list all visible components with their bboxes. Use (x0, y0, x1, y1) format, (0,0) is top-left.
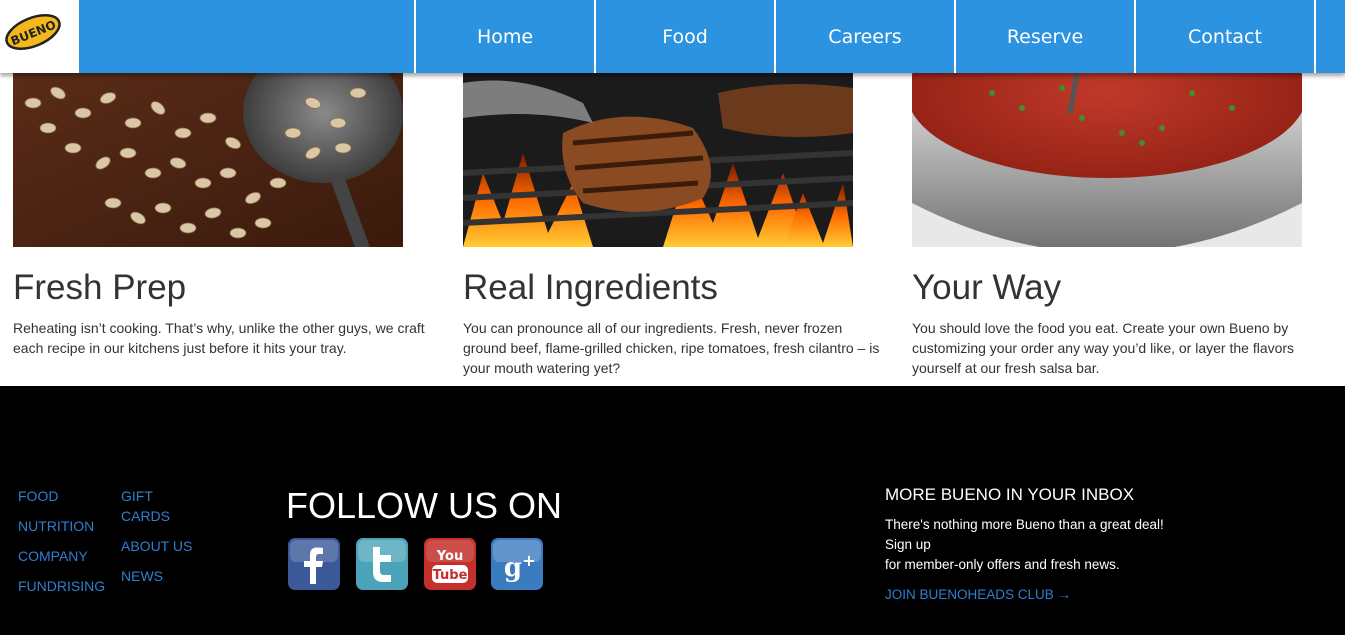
footer-link-about-us[interactable]: ABOUT US (121, 536, 192, 556)
nav-home[interactable]: Home (414, 0, 594, 73)
newsletter-line: Sign up (885, 537, 931, 552)
feature-title: Your Way (912, 268, 1062, 307)
feature-description: You can pronounce all of our ingredients… (463, 320, 880, 376)
feature-title: Fresh Prep (13, 268, 187, 307)
footer-link-fundrising[interactable]: FUNDRISING (18, 576, 105, 596)
bueno-logo-icon: BUENO (5, 14, 61, 50)
feature-title: Real Ingredients (463, 268, 718, 307)
follow-heading: FOLLOW US ON (286, 485, 563, 526)
svg-text:+: + (522, 551, 535, 570)
footer-link-gift-cards[interactable]: GIFT CARDS (121, 486, 181, 526)
feature-your-way: Your Way You should love the food you ea… (912, 73, 1332, 378)
site-footer: FOOD NUTRITION COMPANY FUNDRISING GIFT C… (0, 386, 1345, 635)
nav-contact[interactable]: Contact (1134, 0, 1314, 73)
newsletter-description: There's nothing more Bueno than a great … (885, 515, 1205, 575)
join-club-link[interactable]: JOIN BUENOHEADS CLUB → (885, 585, 1071, 605)
footer-link-news[interactable]: NEWS (121, 566, 163, 586)
google-plus-icon[interactable]: g + (491, 538, 543, 590)
twitter-icon[interactable] (356, 538, 408, 590)
beans-photo (13, 73, 403, 247)
nav-careers[interactable]: Careers (774, 0, 954, 73)
youtube-icon[interactable]: You Tube (424, 538, 476, 590)
feature-description: You should love the food you eat. Create… (912, 320, 1295, 376)
footer-link-nutrition[interactable]: NUTRITION (18, 516, 94, 536)
footer-link-food[interactable]: FOOD (18, 486, 58, 506)
svg-text:Tube: Tube (433, 568, 468, 583)
newsletter-title: MORE BUENO IN YOUR INBOX (885, 485, 1135, 504)
feature-fresh-prep: Fresh Prep Reheating isn’t cooking. That… (13, 73, 433, 358)
nav-divider (1314, 0, 1344, 73)
salsa-photo (912, 73, 1302, 247)
brand-logo[interactable]: BUENO (0, 0, 79, 73)
facebook-icon[interactable] (288, 538, 340, 590)
feature-description: Reheating isn’t cooking. That’s why, unl… (13, 320, 425, 356)
newsletter-line: There's nothing more Bueno than a great … (885, 517, 1164, 532)
grill-photo (463, 73, 853, 247)
nav-food[interactable]: Food (594, 0, 774, 73)
top-navigation-bar: BUENO Home Food Careers Reserve Contact (0, 0, 1345, 73)
nav-reserve[interactable]: Reserve (954, 0, 1134, 73)
svg-text:You: You (436, 549, 463, 564)
svg-text:g: g (504, 553, 522, 583)
newsletter-line: for member-only offers and fresh news. (885, 557, 1120, 572)
feature-real-ingredients: Real Ingredients You can pronounce all o… (463, 73, 883, 378)
footer-link-company[interactable]: COMPANY (18, 546, 88, 566)
main-nav: Home Food Careers Reserve Contact (414, 0, 1344, 73)
